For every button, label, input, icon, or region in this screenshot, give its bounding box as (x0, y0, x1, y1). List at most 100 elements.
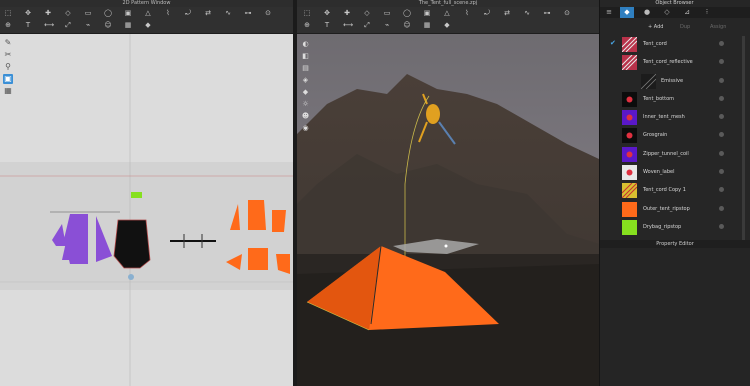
visibility-icon[interactable] (719, 95, 724, 101)
fold-icon[interactable]: ⤾ (184, 10, 192, 17)
strap-icon[interactable]: ⤾ (483, 10, 491, 17)
visibility-icon[interactable] (719, 59, 724, 65)
tack-icon[interactable]: ⊕ (4, 22, 12, 29)
visibility-icon[interactable] (719, 223, 724, 229)
material-row-woven-label[interactable]: Woven_label (600, 164, 750, 182)
dart-icon[interactable]: △ (144, 10, 152, 17)
assign-button[interactable]: Assign (710, 23, 726, 32)
move-icon[interactable]: ✥ (323, 10, 331, 17)
material-row-tent-cord-reflective[interactable]: Tent_cord_reflective (600, 54, 750, 72)
display-avatar-icon[interactable]: ◐ (301, 40, 310, 49)
tab-wand[interactable]: ⊿ (680, 7, 694, 18)
puckering-icon[interactable]: ⊙ (563, 10, 571, 17)
zipper-icon[interactable]: ⇄ (503, 10, 511, 17)
material-row-drybag-ripstop[interactable]: Drybag_ripstop (600, 219, 750, 237)
avatar-pin (128, 274, 134, 280)
material-list-scrollbar[interactable] (742, 36, 745, 240)
record-icon[interactable]: ⤢ (363, 22, 371, 29)
button-icon[interactable]: ∿ (523, 10, 531, 17)
edit-point-icon[interactable]: ✚ (44, 10, 52, 17)
display-environment-icon[interactable]: ◉ (301, 124, 310, 133)
pin-icon[interactable]: ⊙ (264, 10, 272, 17)
select-icon[interactable]: ⬚ (4, 10, 12, 17)
material-row-tent-bottom[interactable]: Tent_bottom (600, 91, 750, 109)
settings-icon[interactable]: ◆ (443, 22, 451, 29)
avatar-icon[interactable]: T (323, 22, 331, 29)
grid-icon[interactable]: ◯ (403, 10, 411, 17)
display-garment-icon[interactable]: ◧ (301, 52, 310, 61)
topstitch-icon[interactable]: ⊶ (543, 10, 551, 17)
pattern-canvas[interactable] (0, 34, 293, 386)
scene-file-title: The_Tent_full_scene.zpj (418, 0, 478, 6)
duplicate-button[interactable]: Dup (680, 23, 690, 32)
display-light-icon[interactable]: ☼ (301, 100, 310, 109)
fabric-icon[interactable]: △ (443, 10, 451, 17)
check-icon: ✔ (610, 39, 616, 47)
light-icon[interactable]: ☺ (403, 22, 411, 29)
tab-avatar[interactable]: ● (640, 7, 654, 18)
visibility-icon[interactable] (719, 187, 724, 193)
add-material-button[interactable]: + Add (648, 23, 663, 32)
measure-icon[interactable]: ⟷ (44, 22, 54, 29)
seam-icon[interactable]: ⌇ (164, 10, 172, 17)
visibility-icon[interactable] (719, 41, 724, 46)
sewing-icon[interactable]: ⇄ (204, 10, 212, 17)
3d-scene (297, 34, 599, 386)
scissors-icon[interactable]: ✂ (3, 50, 13, 60)
pen-icon[interactable]: ✎ (3, 38, 13, 48)
fabric-icon[interactable]: ◆ (144, 22, 152, 29)
tab-fabric[interactable]: ◆ (620, 7, 634, 18)
visibility-icon[interactable] (719, 77, 724, 83)
simulate-icon[interactable]: ⟷ (343, 22, 353, 29)
layout-icon[interactable]: ▦ (124, 22, 132, 29)
grid-icon[interactable]: ▦ (3, 86, 13, 96)
texture-icon[interactable]: ⌇ (463, 10, 471, 17)
pattern-window-titlebar: 2D Pattern Window (0, 0, 293, 7)
text-icon[interactable]: T (24, 22, 32, 29)
camera-icon[interactable]: ⌁ (383, 22, 391, 29)
free-sewing-icon[interactable]: ∿ (224, 10, 232, 17)
material-label: Emissive (661, 77, 684, 84)
visibility-icon[interactable] (719, 114, 724, 120)
menu-icon[interactable]: ≡ (602, 7, 616, 18)
transform-icon[interactable]: ✥ (24, 10, 32, 17)
material-row-inner-tent-mesh[interactable]: Inner_tent_mesh (600, 109, 750, 127)
visibility-icon[interactable] (719, 132, 724, 138)
display-icon[interactable]: ▣ (3, 74, 13, 84)
shape-icon[interactable]: ▣ (423, 10, 431, 17)
material-thumbnail (641, 73, 656, 89)
render-icon[interactable]: ▦ (423, 22, 431, 29)
visibility-icon[interactable] (719, 205, 724, 211)
ellipse-icon[interactable]: ◯ (104, 10, 112, 17)
material-thumbnail (622, 201, 637, 217)
polygon-icon[interactable]: ◇ (64, 10, 72, 17)
property-editor-title: Property Editor (656, 241, 694, 247)
trace-icon[interactable]: ⌁ (84, 22, 92, 29)
rectangle-icon[interactable]: ▭ (84, 10, 92, 17)
tab-options[interactable]: ⁝ (700, 7, 714, 18)
display-pattern-icon[interactable]: ▤ (301, 64, 310, 73)
tack-icon[interactable]: ✚ (343, 10, 351, 17)
pin-icon[interactable]: ◇ (363, 10, 371, 17)
material-row-tent-cord-copy[interactable]: Tent_cord Copy 1 (600, 182, 750, 200)
internal-shape-icon[interactable]: ▣ (124, 10, 132, 17)
3d-viewport[interactable] (297, 34, 599, 386)
avatar-icon[interactable]: ☺ (104, 22, 112, 29)
display-texture-icon[interactable]: ◈ (301, 76, 310, 85)
material-row-tent-cord[interactable]: ✔ Tent_cord (600, 36, 750, 54)
display-fabric-icon[interactable]: ◆ (301, 88, 310, 97)
segment-sewing-icon[interactable]: ⊶ (244, 10, 252, 17)
select-move-icon[interactable]: ⬚ (303, 10, 311, 17)
material-row-outer-tent-ripstop[interactable]: Outer_tent_ripstop (600, 201, 750, 219)
display-avatar-skin-icon[interactable]: ☻ (301, 112, 310, 121)
grade-icon[interactable]: ⤢ (64, 22, 72, 29)
visibility-icon[interactable] (719, 169, 724, 175)
measure-icon[interactable]: ⊕ (303, 22, 311, 29)
visibility-icon[interactable] (719, 150, 724, 156)
material-row-grosgrain[interactable]: Grosgrain (600, 127, 750, 145)
material-row-emissive[interactable]: Emissive (600, 73, 750, 91)
tab-trims[interactable]: ◇ (660, 7, 674, 18)
material-row-zipper-tunnel-coil[interactable]: Zipper_tunnel_coil (600, 146, 750, 164)
zoom-icon[interactable]: ⚲ (3, 62, 13, 72)
fold-icon[interactable]: ▭ (383, 10, 391, 17)
